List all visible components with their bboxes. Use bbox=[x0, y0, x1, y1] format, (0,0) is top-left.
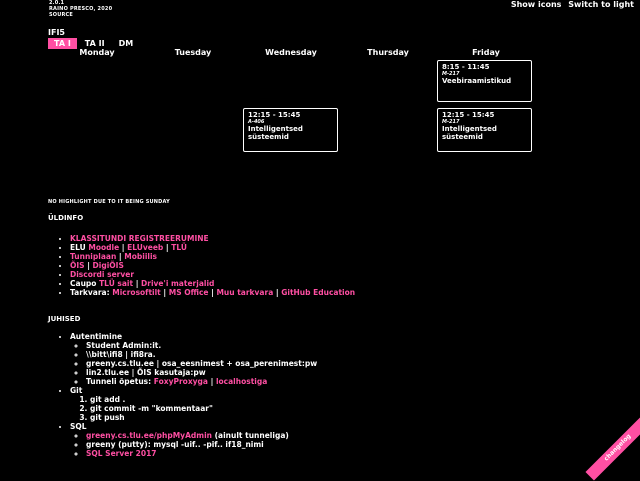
drive-materials-link[interactable]: Drive'i materjalid bbox=[141, 279, 214, 288]
caupo-label: Caupo bbox=[70, 279, 97, 288]
list-item: Tunniplaan | Mobiilis bbox=[70, 252, 355, 261]
list-item: git add . bbox=[90, 395, 317, 404]
schedule-slot-friday-morning[interactable]: 8:15 - 11:45 M-217 Veebiraamistikud bbox=[437, 60, 532, 102]
ms-office-link[interactable]: MS Office bbox=[169, 288, 209, 297]
juhised-list: Autentimine Student Admin:it. \\bitt\ifi… bbox=[50, 332, 317, 458]
switch-theme-button[interactable]: Switch to light bbox=[568, 0, 634, 9]
day-header-monday: Monday bbox=[79, 48, 115, 57]
ois-link[interactable]: ÕIS bbox=[70, 261, 85, 270]
tunnel-only-note: (ainult tunneliga) bbox=[214, 431, 289, 440]
auth-sublist: Student Admin:it. \\bitt\ifi8 | ifi8ra. … bbox=[70, 341, 317, 386]
sql-label: SQL bbox=[70, 422, 87, 431]
sql-server-link[interactable]: SQL Server 2017 bbox=[86, 449, 157, 458]
list-item: git push bbox=[90, 413, 317, 422]
uldinfo-list: KLASSITUNDI REGISTREERUMINE ELU Moodle |… bbox=[50, 234, 355, 297]
autentimine-label: Autentimine bbox=[70, 332, 123, 341]
list-item: \\bitt\ifi8 | ifi8ra. bbox=[86, 350, 317, 359]
tunnel-label: Tunneli õpetus: bbox=[86, 377, 152, 386]
show-icons-button[interactable]: Show icons bbox=[511, 0, 562, 9]
list-item: Tarkvara: Microsoftilt | MS Office | Muu… bbox=[70, 288, 355, 297]
day-header-friday: Friday bbox=[472, 48, 500, 57]
group-title: IFI5 bbox=[48, 28, 65, 37]
tarkvara-label: Tarkvara: bbox=[70, 288, 110, 297]
klassitundi-link[interactable]: KLASSITUNDI REGISTREERUMINE bbox=[70, 234, 209, 243]
day-header-wednesday: Wednesday bbox=[265, 48, 317, 57]
slot-time: 8:15 - 11:45 bbox=[442, 63, 490, 71]
mobiilis-link[interactable]: Mobiilis bbox=[124, 252, 157, 261]
highlight-note: NO HIGHLIGHT DUE TO IT BEING SUNDAY bbox=[48, 199, 170, 205]
list-item: ELU Moodle | ELUveeb | TLÜ bbox=[70, 243, 355, 252]
sql-sublist: greeny.cs.tlu.ee/phpMyAdmin (ainult tunn… bbox=[70, 431, 317, 458]
slot-time: 12:15 - 15:45 bbox=[442, 111, 495, 119]
list-item: Student Admin:it. bbox=[86, 341, 317, 350]
day-header-tuesday: Tuesday bbox=[174, 48, 212, 57]
tlu-sait-link[interactable]: TLÜ sait bbox=[99, 279, 133, 288]
list-item: Caupo TLÜ sait | Drive'i materjalid bbox=[70, 279, 355, 288]
list-item: lin2.tlu.ee | ÕIS kasutaja:pw bbox=[86, 368, 317, 377]
list-item: SQL Server 2017 bbox=[86, 449, 317, 458]
day-header-thursday: Thursday bbox=[367, 48, 409, 57]
schedule-slot-friday-afternoon[interactable]: 12:15 - 15:45 M-217 Intelligentsed süste… bbox=[437, 108, 532, 152]
list-item: Tunneli õpetus: FoxyProxyga | localhosti… bbox=[86, 377, 317, 386]
top-bar: Show icons Switch to light bbox=[507, 0, 634, 9]
microsoft-link[interactable]: Microsoftilt bbox=[112, 288, 161, 297]
moodle-link[interactable]: Moodle bbox=[88, 243, 119, 252]
foxyproxy-link[interactable]: FoxyProxyga bbox=[154, 377, 208, 386]
source-link[interactable]: SOURCE bbox=[49, 12, 112, 18]
list-item: Git git add . git commit -m "kommentaar"… bbox=[70, 386, 317, 422]
slot-title: Intelligentsed süsteemid bbox=[248, 125, 303, 141]
digiois-link[interactable]: DigiÕIS bbox=[93, 261, 124, 270]
list-item: SQL greeny.cs.tlu.ee/phpMyAdmin (ainult … bbox=[70, 422, 317, 458]
tlu-link[interactable]: TLÜ bbox=[171, 243, 187, 252]
list-item: KLASSITUNDI REGISTREERUMINE bbox=[70, 234, 355, 243]
slot-title: Veebiraamistikud bbox=[442, 77, 512, 85]
slot-time: 12:15 - 15:45 bbox=[248, 111, 301, 119]
list-item: git commit -m "kommentaar" bbox=[90, 404, 317, 413]
phpmyadmin-link[interactable]: greeny.cs.tlu.ee/phpMyAdmin bbox=[86, 431, 212, 440]
section-heading-uldinfo: ÜLDINFO bbox=[48, 214, 84, 222]
schedule-slot-wednesday-afternoon[interactable]: 12:15 - 15:45 A-406 Intelligentsed süste… bbox=[243, 108, 338, 152]
list-item: greeny (putty): mysql -uif.. -pif.. if18… bbox=[86, 440, 317, 449]
tunniplaan-link[interactable]: Tunniplaan bbox=[70, 252, 116, 261]
eluveeb-link[interactable]: ELUveeb bbox=[127, 243, 163, 252]
github-education-link[interactable]: GitHub Education bbox=[281, 288, 355, 297]
list-item: greeny.cs.tlu.ee/phpMyAdmin (ainult tunn… bbox=[86, 431, 317, 440]
git-steps: git add . git commit -m "kommentaar" git… bbox=[70, 395, 317, 422]
section-heading-juhised: JUHISED bbox=[48, 315, 81, 323]
localhost-link[interactable]: localhostiga bbox=[216, 377, 267, 386]
git-label: Git bbox=[70, 386, 83, 395]
list-item: greeny.cs.tlu.ee | osa_eesnimest + osa_p… bbox=[86, 359, 317, 368]
discord-link[interactable]: Discordi server bbox=[70, 270, 134, 279]
page-meta: 2.0.1 RAINO PRESCO, 2020 SOURCE bbox=[49, 0, 112, 18]
slot-title: Intelligentsed süsteemid bbox=[442, 125, 497, 141]
list-item: Autentimine Student Admin:it. \\bitt\ifi… bbox=[70, 332, 317, 386]
list-item: ÕIS | DigiÕIS bbox=[70, 261, 355, 270]
muu-tarkvara-link[interactable]: Muu tarkvara bbox=[216, 288, 273, 297]
elu-label: ELU bbox=[70, 243, 86, 252]
list-item: Discordi server bbox=[70, 270, 355, 279]
changelog-ribbon[interactable]: changelog bbox=[585, 415, 640, 481]
